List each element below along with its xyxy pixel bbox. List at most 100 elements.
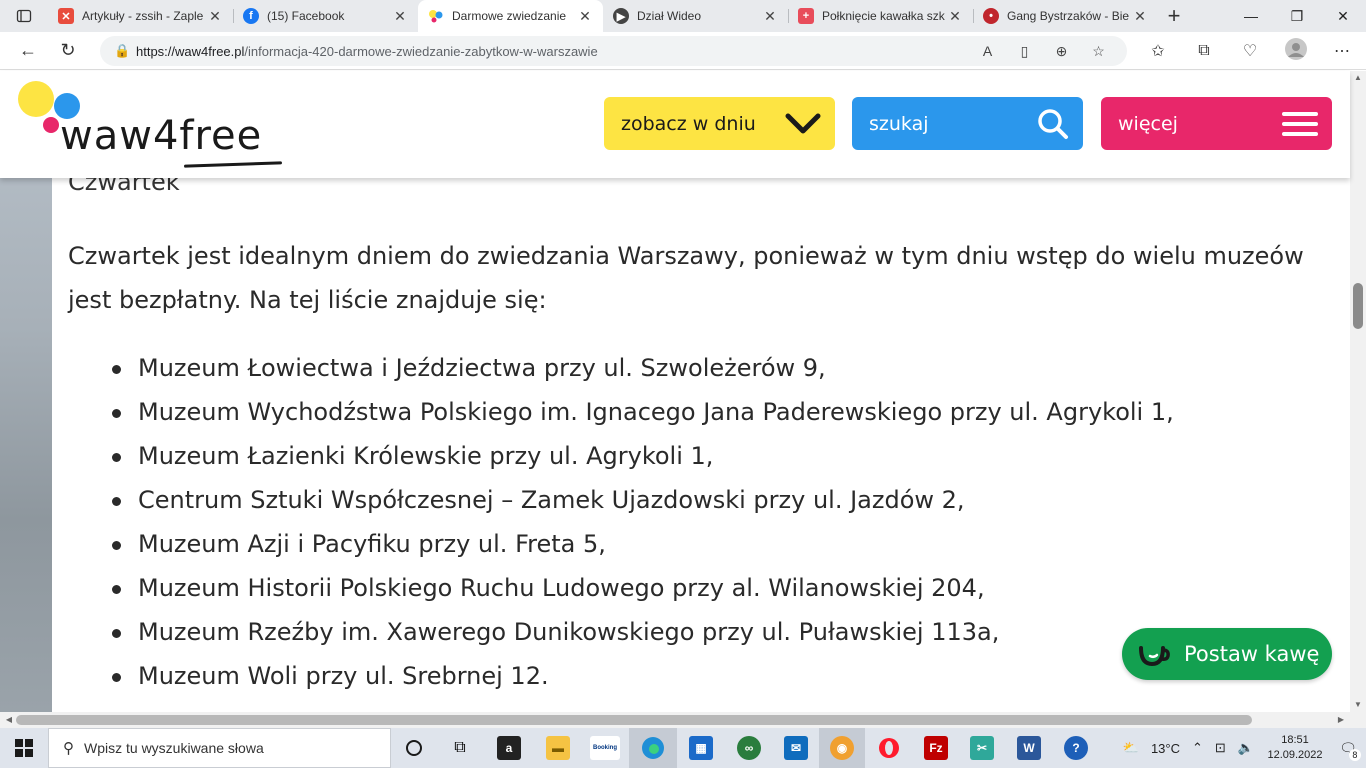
joomla-icon: ✕ xyxy=(58,8,74,24)
filezilla-icon[interactable]: Fz xyxy=(913,728,959,768)
new-tab-button[interactable]: + xyxy=(1158,0,1190,32)
more-menu-button[interactable]: więcej xyxy=(1101,97,1332,150)
logo-underline xyxy=(183,161,283,168)
scroll-left-icon[interactable]: ◀ xyxy=(2,712,16,728)
hamburger-menu-icon xyxy=(1282,111,1318,136)
browser-tab-strip: ✕ Artykuły - zssih - Zaple ✕ f (15) Face… xyxy=(0,0,1366,32)
restore-icon[interactable]: ❐ xyxy=(1274,0,1320,32)
museum-list-item: Muzeum Azji i Pacyfiku przy ul. Freta 5, xyxy=(68,522,1174,566)
browser-tab[interactable]: ✕ Artykuły - zssih - Zaple ✕ xyxy=(48,0,233,32)
close-window-icon[interactable]: ✕ xyxy=(1320,0,1366,32)
windows-taskbar: ⚲ Wpisz tu wyszukiwane słowa ⧉ a ▬ Booki… xyxy=(0,728,1366,768)
back-icon[interactable]: ← xyxy=(8,32,48,70)
taskbar-search-placeholder: Wpisz tu wyszukiwane słowa xyxy=(84,740,264,756)
scrollbar-corner xyxy=(1350,712,1366,728)
windows-start-icon[interactable] xyxy=(0,728,48,768)
close-icon[interactable]: ✕ xyxy=(392,8,408,25)
tab-title: Gang Bystrzaków - Bie xyxy=(1007,9,1130,23)
search-label: szukaj xyxy=(869,112,929,135)
close-icon[interactable]: ✕ xyxy=(762,8,778,25)
coffee-cup-icon xyxy=(1139,646,1170,667)
close-icon[interactable]: ✕ xyxy=(1132,8,1148,25)
mail-icon[interactable]: ✉ xyxy=(773,728,819,768)
browser-tab[interactable]: ▶ Dział Wideo ✕ xyxy=(603,0,788,32)
browser-tab-active[interactable]: Darmowe zwiedzanie ✕ xyxy=(418,0,603,32)
scroll-right-icon[interactable]: ▶ xyxy=(1334,712,1348,728)
microsoft-store-icon[interactable]: ▦ xyxy=(677,728,725,768)
scroll-up-icon[interactable]: ▲ xyxy=(1350,71,1366,85)
close-icon[interactable]: ✕ xyxy=(947,8,963,25)
waw4free-icon xyxy=(428,8,444,24)
ladybug-icon: • xyxy=(983,8,999,24)
refresh-icon[interactable]: ↻ xyxy=(48,32,88,70)
search-button[interactable]: szukaj xyxy=(852,97,1083,150)
video-icon: ▶ xyxy=(613,8,629,24)
cortana-icon[interactable] xyxy=(391,728,437,768)
task-view-icon[interactable]: ⧉ xyxy=(437,728,483,768)
snipping-tool-icon[interactable]: ✂ xyxy=(959,728,1005,768)
volume-icon[interactable]: 🔈 xyxy=(1232,740,1260,756)
immersive-reader-icon[interactable]: ▯ xyxy=(1006,43,1043,60)
zoom-icon[interactable]: ⊕ xyxy=(1043,43,1080,60)
help-icon[interactable]: ? xyxy=(1053,728,1099,768)
tab-title: Darmowe zwiedzanie xyxy=(452,9,567,23)
vertical-scroll-thumb[interactable] xyxy=(1353,283,1363,329)
notifications-icon[interactable]: 🗨 8 xyxy=(1330,728,1366,768)
museum-list-item: Muzeum Łazienki Królewskie przy ul. Agry… xyxy=(68,434,1174,478)
favorites-icon[interactable]: ✩ xyxy=(1135,41,1181,61)
word-icon[interactable]: W xyxy=(1005,728,1053,768)
weather-icon[interactable]: ⛅ xyxy=(1117,740,1145,756)
file-explorer-icon[interactable]: ▬ xyxy=(535,728,581,768)
horizontal-scrollbar[interactable]: ◀ ▶ xyxy=(0,712,1350,728)
tab-title: (15) Facebook xyxy=(267,9,345,23)
tab-title: Artykuły - zssih - Zaple xyxy=(82,9,204,23)
scroll-down-icon[interactable]: ▼ xyxy=(1350,698,1366,712)
system-tray: ⛅ 13°C ⌃ ⊡ 🔈 18:51 12.09.2022 🗨 8 xyxy=(1117,728,1366,768)
vpn-icon[interactable]: ◉ xyxy=(819,728,865,768)
more-menu-icon[interactable]: ⋯ xyxy=(1319,41,1365,61)
taskbar-search-box[interactable]: ⚲ Wpisz tu wyszukiwane słowa xyxy=(48,728,391,768)
logo-yellow-dot xyxy=(18,81,54,117)
read-aloud-icon[interactable]: A xyxy=(969,43,1006,59)
address-bar[interactable]: 🔒 https://waw4free.pl/informacja-420-dar… xyxy=(100,36,1127,66)
logo-pink-dot xyxy=(43,117,59,133)
collections-icon[interactable]: ⧉ xyxy=(1181,42,1227,60)
museum-list-item: Centrum Sztuki Współczesnej – Zamek Ujaz… xyxy=(68,478,1174,522)
search-icon: ⚲ xyxy=(63,740,74,757)
buy-coffee-button[interactable]: Postaw kawę xyxy=(1122,628,1332,680)
see-on-day-button[interactable]: zobacz w dniu xyxy=(604,97,835,150)
clock[interactable]: 18:51 12.09.2022 xyxy=(1260,733,1330,763)
horizontal-scroll-thumb[interactable] xyxy=(16,715,1252,725)
browser-essentials-icon[interactable]: ♡ xyxy=(1227,41,1273,61)
museum-list-item: Muzeum Rzeźby im. Xawerego Dunikowskiego… xyxy=(68,610,1174,654)
browser-tab[interactable]: f (15) Facebook ✕ xyxy=(233,0,418,32)
browser-tab[interactable]: + Połknięcie kawałka szk ✕ xyxy=(788,0,973,32)
edge-browser-icon[interactable] xyxy=(629,728,677,768)
add-favorite-icon[interactable]: ☆ xyxy=(1080,43,1117,60)
museum-list: Muzeum Łowiectwa i Jeździectwa przy ul. … xyxy=(68,346,1174,698)
profile-avatar-icon[interactable] xyxy=(1273,37,1319,65)
opera-icon[interactable] xyxy=(865,728,913,768)
close-icon[interactable]: ✕ xyxy=(577,8,593,25)
booking-icon[interactable]: Booking xyxy=(581,728,629,768)
museum-list-item: Muzeum Łowiectwa i Jeździectwa przy ul. … xyxy=(68,346,1174,390)
tripadvisor-icon[interactable]: ∞ xyxy=(725,728,773,768)
tray-expand-icon[interactable]: ⌃ xyxy=(1186,740,1209,756)
amazon-icon[interactable]: a xyxy=(483,728,535,768)
buy-coffee-label: Postaw kawę xyxy=(1184,642,1320,666)
tab-title: Dział Wideo xyxy=(637,9,702,23)
site-logo[interactable]: waw4free xyxy=(16,79,286,168)
browser-toolbar: ← ↻ 🔒 https://waw4free.pl/informacja-420… xyxy=(0,32,1366,70)
site-header: waw4free zobacz w dniu szukaj więcej xyxy=(0,71,1350,178)
url-path: /informacja-420-darmowe-zwiedzanie-zabyt… xyxy=(244,43,598,59)
tab-actions-icon[interactable] xyxy=(0,0,48,32)
article-paragraph: Czwartek jest idealnym dniem do zwiedzan… xyxy=(68,242,1304,314)
lock-icon[interactable]: 🔒 xyxy=(114,43,136,59)
browser-tab[interactable]: • Gang Bystrzaków - Bie ✕ xyxy=(973,0,1158,32)
minimize-icon[interactable]: — xyxy=(1228,0,1274,32)
vertical-scrollbar[interactable]: ▲ ▼ xyxy=(1350,71,1366,712)
notification-count: 8 xyxy=(1348,748,1361,761)
weather-temperature[interactable]: 13°C xyxy=(1145,741,1186,756)
close-icon[interactable]: ✕ xyxy=(207,8,223,25)
network-icon[interactable]: ⊡ xyxy=(1209,740,1232,756)
